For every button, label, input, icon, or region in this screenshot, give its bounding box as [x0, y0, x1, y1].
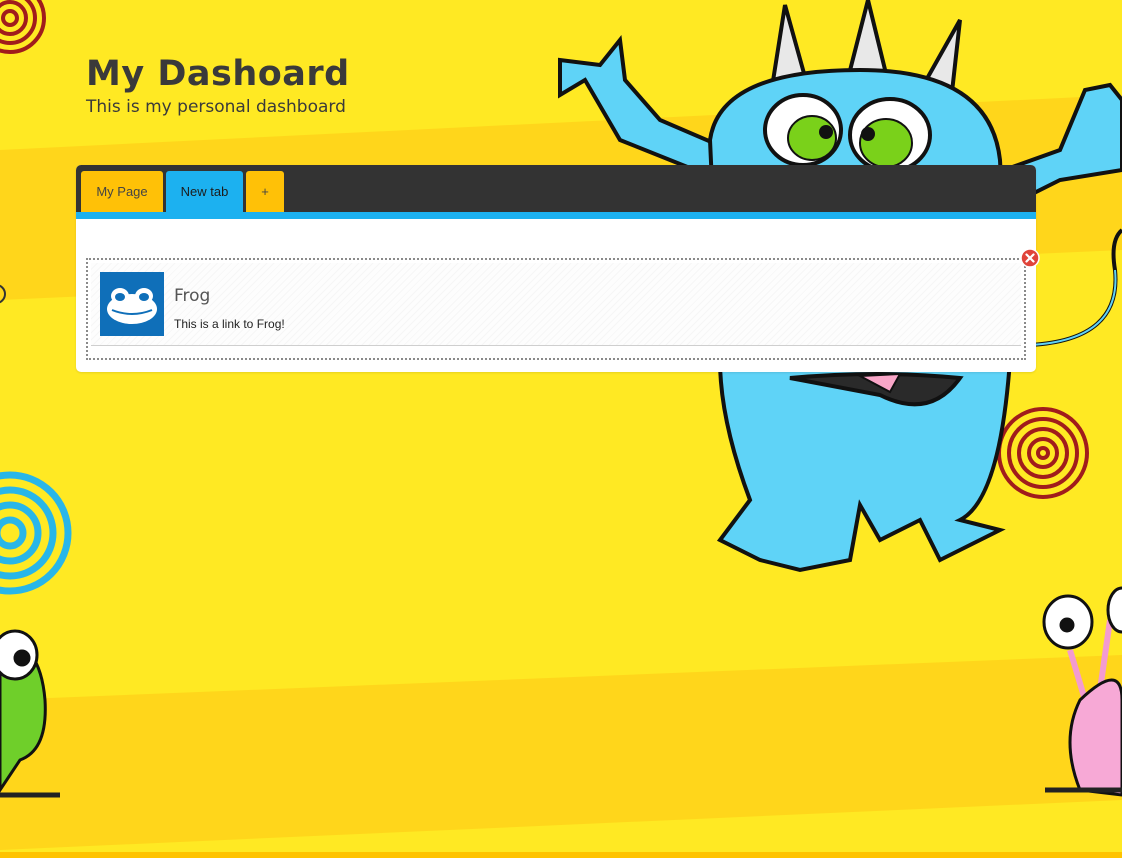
red-spiral-icon — [0, 0, 46, 54]
add-tab-button[interactable]: + — [246, 171, 284, 212]
frog-link-widget[interactable]: Frog This is a link to Frog! — [91, 263, 1021, 346]
widget-description: This is a link to Frog! — [174, 317, 285, 331]
widget-drop-zone: Frog This is a link to Frog! — [86, 258, 1026, 360]
page-header: My Dashoard This is my personal dashboar… — [86, 52, 350, 118]
widget-title[interactable]: Frog — [174, 286, 210, 306]
page-subtitle: This is my personal dashboard — [86, 97, 346, 117]
dashboard-panel: My Page New tab + Frog This is a link to… — [76, 165, 1036, 372]
close-icon[interactable] — [1020, 248, 1040, 268]
blue-spiral-icon — [0, 471, 72, 595]
tab-my-page[interactable]: My Page — [81, 171, 163, 212]
page-title: My Dashoard — [86, 54, 350, 94]
tab-new-tab[interactable]: New tab — [166, 171, 243, 212]
bottom-strip — [0, 852, 1122, 858]
background-illustration — [0, 0, 1122, 850]
red-spiral-icon — [997, 407, 1089, 499]
tab-bar: My Page New tab + — [76, 165, 1036, 219]
frog-logo-icon[interactable] — [100, 272, 164, 336]
